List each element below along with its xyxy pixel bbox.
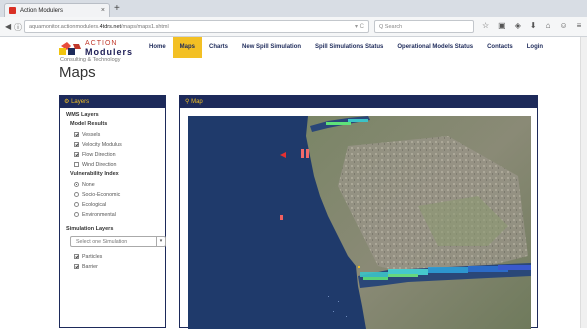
satellite-map[interactable] bbox=[188, 116, 531, 329]
menu-item-charts[interactable]: Charts bbox=[202, 37, 235, 58]
vulnerability-none[interactable]: None bbox=[74, 181, 165, 188]
new-tab-button[interactable]: + bbox=[114, 3, 120, 14]
checkbox[interactable] bbox=[74, 142, 79, 147]
browser-toolbar: ☆ ▣ ◈ ⬇ ⌂ ☺ ≡ bbox=[482, 21, 581, 30]
url-prefix: aquamonitor.actionmodulers. bbox=[29, 23, 100, 30]
layer-label: Vessels bbox=[82, 131, 101, 138]
layer-barrier[interactable]: Barrier bbox=[74, 263, 165, 270]
option-label: Environmental bbox=[82, 211, 116, 218]
menu-icon[interactable]: ≡ bbox=[577, 21, 582, 30]
browser-tab-bar: Action Modulers × + bbox=[0, 0, 587, 17]
simulation-layers-heading: Simulation Layers bbox=[66, 226, 114, 232]
url-host: 4tdrs.net bbox=[99, 23, 122, 30]
logo-shapes-icon bbox=[59, 42, 81, 55]
layers-panel-header: ⚙ Layers bbox=[60, 96, 165, 108]
map-panel-header: ⚲ Map bbox=[180, 96, 537, 108]
map-view[interactable] bbox=[188, 116, 531, 329]
vulnerability-index-heading: Vulnerability Index bbox=[70, 171, 119, 177]
brand-top: ACTION bbox=[85, 40, 118, 47]
radio[interactable] bbox=[74, 182, 79, 187]
layer-vessels[interactable]: Vessels bbox=[74, 131, 165, 138]
layer-velocity-modulus[interactable]: Velocity Modulus bbox=[74, 141, 165, 148]
menu-item-maps[interactable]: Maps bbox=[172, 37, 203, 58]
site-info-icon[interactable]: ⓘ bbox=[14, 22, 22, 33]
search-input[interactable]: Q Search bbox=[374, 20, 474, 33]
layer-wind-direction[interactable]: Wind Direction bbox=[74, 161, 165, 168]
favicon-icon bbox=[9, 7, 16, 14]
wms-layers-heading: WMS Layers bbox=[66, 112, 99, 118]
pocket-icon[interactable]: ◈ bbox=[515, 21, 521, 30]
layers-panel: ⚙ Layers WMS Layers Model Results Vessel… bbox=[59, 95, 166, 328]
page-scrollbar[interactable] bbox=[580, 37, 587, 328]
menu-item-operational-models-status[interactable]: Operational Models Status bbox=[390, 37, 480, 58]
reload-icon[interactable]: ▾ C bbox=[355, 23, 364, 30]
simulation-select-value: Select one Simulation bbox=[76, 238, 128, 245]
main-menu: Home Maps Charts New Spill Simulation Sp… bbox=[142, 37, 550, 58]
layer-label: Velocity Modulus bbox=[82, 141, 122, 148]
checkbox[interactable] bbox=[74, 152, 79, 157]
radio[interactable] bbox=[74, 192, 79, 197]
layer-particles[interactable]: Particles bbox=[74, 253, 165, 260]
option-label: None bbox=[82, 181, 95, 188]
tab-title: Action Modulers bbox=[20, 7, 64, 14]
vulnerability-ecological[interactable]: Ecological bbox=[74, 201, 165, 208]
radio[interactable] bbox=[74, 212, 79, 217]
model-results-heading: Model Results bbox=[70, 121, 108, 127]
url-path: /maps/maps1.shtml bbox=[121, 23, 169, 30]
menu-item-new-spill-simulation[interactable]: New Spill Simulation bbox=[235, 37, 308, 58]
checkbox[interactable] bbox=[74, 132, 79, 137]
map-panel-title: Map bbox=[191, 99, 203, 105]
reading-list-icon[interactable]: ▣ bbox=[498, 21, 506, 30]
checkbox[interactable] bbox=[74, 264, 79, 269]
layer-flow-direction[interactable]: Flow Direction bbox=[74, 151, 165, 158]
simulation-select[interactable]: Select one Simulation ▾ bbox=[70, 236, 166, 247]
download-icon[interactable]: ⬇ bbox=[530, 21, 537, 30]
checkbox[interactable] bbox=[74, 162, 79, 167]
vulnerability-socio-economic[interactable]: Socio-Economic bbox=[74, 191, 165, 198]
sync-icon[interactable]: ☺ bbox=[559, 21, 567, 30]
radio[interactable] bbox=[74, 202, 79, 207]
option-label: Socio-Economic bbox=[82, 191, 121, 198]
browser-nav-bar: ◀ ⓘ aquamonitor.actionmodulers. 4tdrs.net… bbox=[0, 17, 587, 37]
checkbox[interactable] bbox=[74, 254, 79, 259]
close-tab-icon[interactable]: × bbox=[101, 7, 105, 14]
bookmark-star-icon[interactable]: ☆ bbox=[482, 21, 489, 30]
brand-tagline: Consulting & Technology bbox=[60, 57, 121, 63]
layer-label: Wind Direction bbox=[82, 161, 117, 168]
back-arrow-icon[interactable]: ◀ bbox=[5, 22, 11, 31]
map-pin-icon: ⚲ bbox=[185, 99, 190, 105]
chevron-down-icon[interactable]: ▾ bbox=[156, 237, 165, 246]
page-title: Maps bbox=[59, 64, 96, 81]
layer-label: Particles bbox=[82, 253, 103, 260]
menu-item-spill-simulations-status[interactable]: Spill Simulations Status bbox=[308, 37, 390, 58]
menu-item-contacts[interactable]: Contacts bbox=[480, 37, 520, 58]
layer-label: Barrier bbox=[82, 263, 98, 270]
vulnerability-environmental[interactable]: Environmental bbox=[74, 211, 165, 218]
layers-icon: ⚙ bbox=[64, 99, 70, 105]
option-label: Ecological bbox=[82, 201, 107, 208]
browser-tab[interactable]: Action Modulers × bbox=[4, 3, 110, 17]
menu-item-login[interactable]: Login bbox=[520, 37, 550, 58]
layer-label: Flow Direction bbox=[82, 151, 116, 158]
brand-main: Modulers bbox=[85, 47, 134, 57]
layers-panel-title: Layers bbox=[71, 99, 90, 105]
map-panel: ⚲ Map bbox=[179, 95, 538, 329]
home-icon[interactable]: ⌂ bbox=[546, 21, 551, 30]
menu-item-home[interactable]: Home bbox=[142, 37, 173, 58]
url-bar[interactable]: aquamonitor.actionmodulers. 4tdrs.net/map… bbox=[24, 20, 369, 33]
